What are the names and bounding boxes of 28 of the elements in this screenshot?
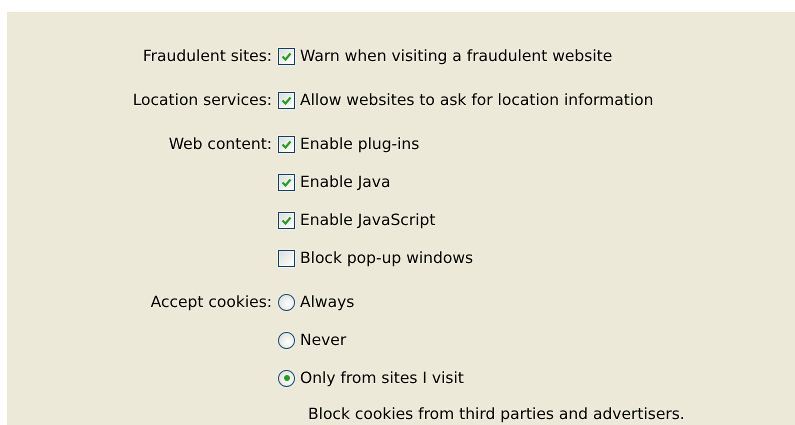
check-icon — [281, 50, 292, 62]
checkbox[interactable] — [278, 48, 295, 64]
check-icon — [281, 214, 292, 226]
check-icon — [281, 138, 292, 150]
setting-label: Web content: — [168, 135, 272, 153]
checkbox-label[interactable]: Enable JavaScript — [300, 211, 436, 229]
setting-label: Location services: — [132, 91, 272, 109]
radio-button[interactable] — [278, 294, 295, 310]
checkbox[interactable] — [278, 136, 295, 152]
radio-button[interactable] — [278, 332, 295, 348]
checkbox-label[interactable]: Block pop-up windows — [300, 249, 474, 267]
radio-button[interactable] — [278, 370, 295, 386]
checkbox[interactable] — [278, 212, 295, 228]
checkbox[interactable] — [278, 174, 295, 190]
checkbox-label[interactable]: Warn when visiting a fraudulent website — [300, 47, 612, 65]
checkbox[interactable] — [278, 250, 295, 266]
radio-label[interactable]: Only from sites I visit — [300, 369, 464, 387]
checkbox-label[interactable]: Enable plug-ins — [300, 135, 420, 153]
setting-label: Fraudulent sites: — [142, 47, 272, 65]
check-icon — [281, 94, 292, 106]
cookie-note: Block cookies from third parties and advertisers. — [308, 405, 685, 423]
check-icon — [281, 176, 292, 188]
setting-label: Accept cookies: — [150, 293, 272, 311]
checkbox-label[interactable]: Allow websites to ask for location information — [300, 91, 654, 109]
checkbox-label[interactable]: Enable Java — [300, 173, 390, 191]
radio-label[interactable]: Always — [300, 293, 354, 311]
radio-label[interactable]: Never — [300, 331, 346, 349]
checkbox[interactable] — [278, 92, 295, 108]
